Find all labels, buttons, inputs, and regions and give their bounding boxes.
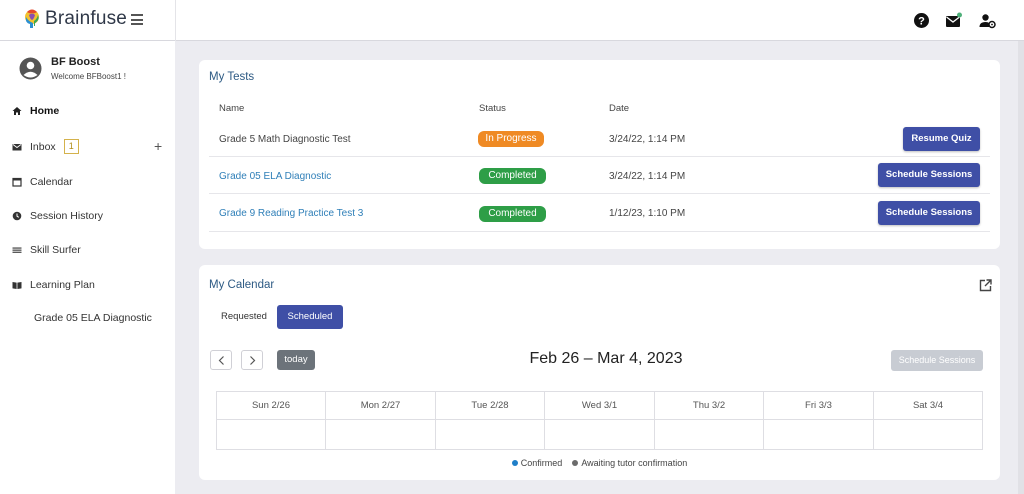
sidebar-item-label: Skill Surfer [30,244,81,256]
status-badge: Completed [479,206,546,222]
day-column[interactable]: Thu 3/2 [655,392,764,449]
brand[interactable]: Brainfuse [22,8,127,30]
history-icon [12,211,22,221]
my-calendar-card: My Calendar Requested Scheduled today Fe… [199,265,1000,480]
topbar-divider [175,0,176,41]
column-header-status: Status [479,103,506,114]
sidebar-item-inbox[interactable]: Inbox 1 [12,139,79,154]
legend-awaiting: Awaiting tutor confirmation [581,458,688,468]
home-icon [12,107,22,115]
menu-toggle-icon[interactable] [131,14,143,25]
status-badge: In Progress [478,131,544,147]
add-inbox-button[interactable]: + [154,138,162,154]
help-icon[interactable]: ? [913,12,930,29]
day-header: Wed 3/1 [545,392,654,420]
my-tests-title: My Tests [209,71,255,83]
list-icon [12,247,22,253]
day-column[interactable]: Wed 3/1 [545,392,655,449]
sidebar-item-skill-surfer[interactable]: Skill Surfer [12,244,81,256]
welcome-text: Welcome BFBoost1 ! [51,72,126,81]
day-header: Tue 2/28 [436,392,544,420]
sidebar-item-label: Session History [30,210,103,222]
schedule-sessions-button[interactable]: Schedule Sessions [878,201,980,225]
date-range-title: Feb 26 – Mar 4, 2023 [529,350,683,367]
user-settings-icon[interactable] [979,12,996,29]
test-name: Grade 5 Math Diagnostic Test [219,134,351,145]
sidebar-item-label: Home [30,105,60,117]
calendar-legend: Confirmed Awaiting tutor confirmation [199,458,1000,468]
day-header: Mon 2/27 [326,392,435,420]
mail-icon[interactable] [945,12,962,29]
test-name-link[interactable]: Grade 9 Reading Practice Test 3 [219,208,363,219]
sidebar-item-label: Inbox [30,140,56,153]
brainfuse-logo-icon [25,9,39,28]
week-calendar-grid: Sun 2/26 Mon 2/27 Tue 2/28 Wed 3/1 Thu 3… [216,391,983,450]
tab-scheduled[interactable]: Scheduled [277,305,343,329]
day-column[interactable]: Fri 3/3 [764,392,874,449]
next-week-button[interactable] [241,350,263,370]
my-tests-card: My Tests Name Status Date Grade 5 Math D… [199,60,1000,249]
sidebar-item-home[interactable]: Home [12,105,59,117]
today-button[interactable]: today [277,350,315,370]
tab-requested[interactable]: Requested [213,305,275,329]
svg-text:?: ? [918,16,925,28]
status-badge: Completed [479,168,546,184]
day-column[interactable]: Mon 2/27 [326,392,436,449]
column-header-date: Date [609,103,630,114]
sidebar-item-session-history[interactable]: Session History [12,210,103,222]
day-header: Thu 3/2 [655,392,763,420]
confirmed-dot-icon [511,460,518,466]
external-link-icon[interactable] [979,279,992,292]
avatar-icon [19,57,42,80]
chevron-left-icon [218,356,224,365]
day-header: Sun 2/26 [217,392,325,420]
prev-week-button[interactable] [210,350,232,370]
row-divider [209,193,990,194]
user-profile: BF Boost Welcome BFBoost1 ! [19,55,126,81]
legend-confirmed: Confirmed [520,458,563,468]
test-name-link[interactable]: Grade 05 ELA Diagnostic [219,171,331,182]
row-divider [209,156,990,157]
my-calendar-title: My Calendar [209,279,275,291]
chevron-right-icon [250,356,256,365]
awaiting-dot-icon [572,460,579,466]
test-date: 3/24/22, 1:14 PM [609,134,686,145]
day-column[interactable]: Sat 3/4 [874,392,982,449]
schedule-sessions-disabled-button[interactable]: Schedule Sessions [891,350,983,371]
day-header: Fri 3/3 [764,392,873,420]
day-column[interactable]: Tue 2/28 [436,392,545,449]
book-icon [12,282,22,289]
inbox-count-badge: 1 [63,139,79,154]
mail-icon [12,143,22,150]
schedule-sessions-button[interactable]: Schedule Sessions [878,163,980,187]
sidebar-item-label: Learning Plan [30,279,95,291]
resume-quiz-button[interactable]: Resume Quiz [903,127,980,151]
scrollbar[interactable] [1018,41,1024,494]
sidebar-item-learning-plan[interactable]: Learning Plan [12,279,95,291]
column-header-name: Name [219,103,245,114]
day-header: Sat 3/4 [874,392,982,420]
day-column[interactable]: Sun 2/26 [217,392,326,449]
sidebar-subitem-grade-05-ela[interactable]: Grade 05 ELA Diagnostic [34,312,152,324]
sidebar-item-calendar[interactable]: Calendar [12,176,73,188]
brand-name: Brainfuse [45,8,128,29]
test-date: 1/12/23, 1:10 PM [609,208,686,219]
sidebar-item-label: Calendar [30,176,73,188]
calendar-icon [12,177,22,187]
test-date: 3/24/22, 1:14 PM [609,171,686,182]
row-divider [209,231,990,232]
sidebar: BF Boost Welcome BFBoost1 ! Home Inbox 1… [0,41,175,494]
user-name: BF Boost [51,56,100,68]
top-bar: Brainfuse ? [0,0,1024,41]
